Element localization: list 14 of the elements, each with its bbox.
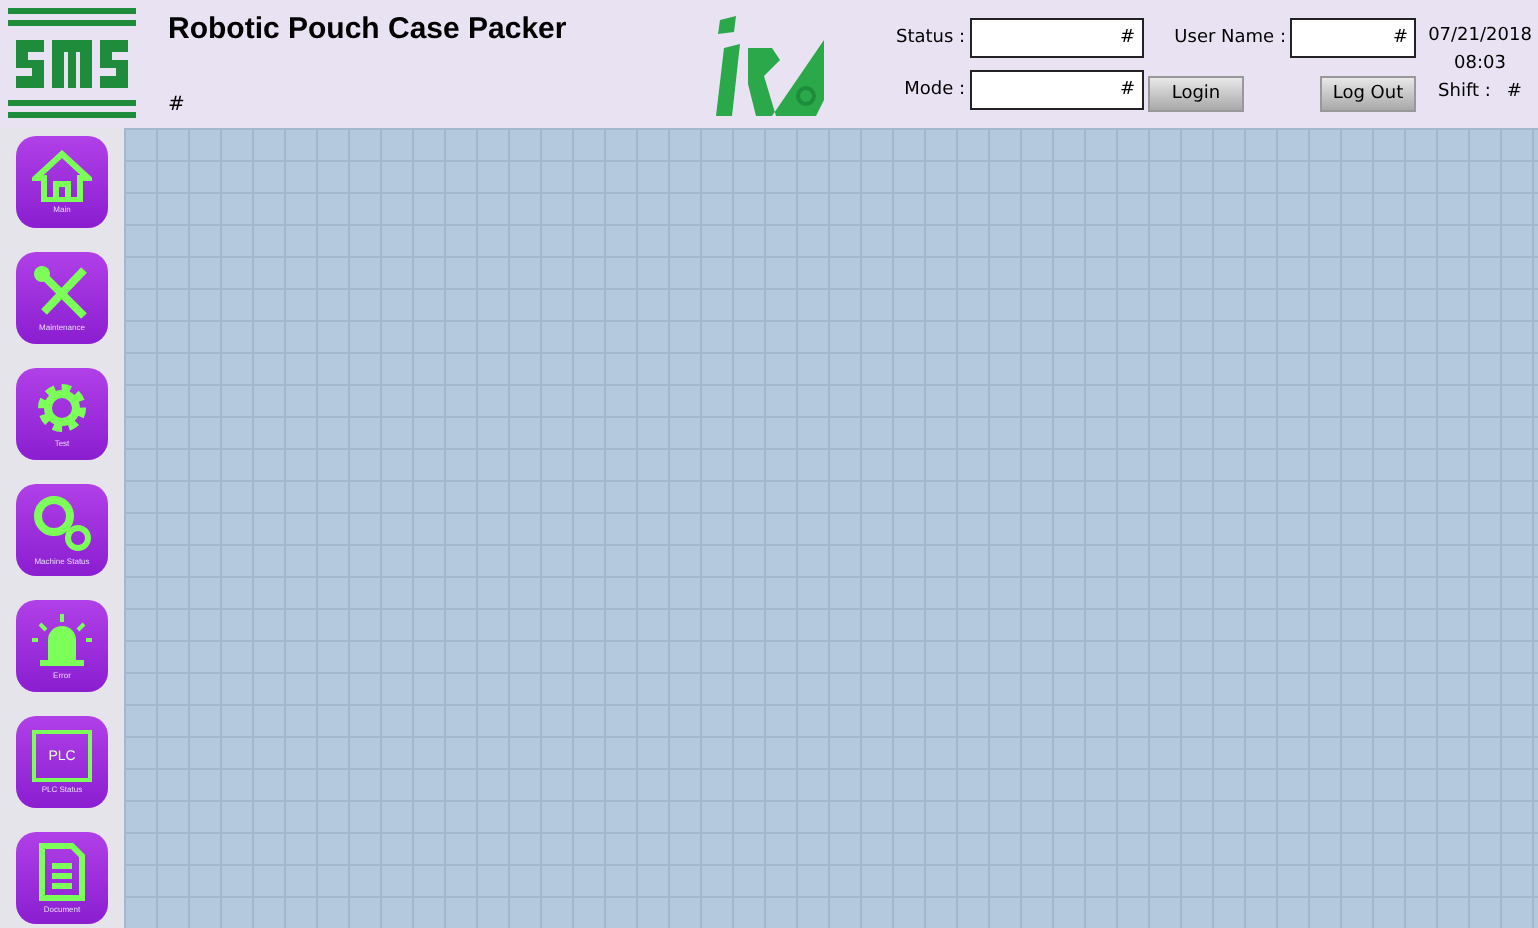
field-label: Mode : <box>902 80 966 100</box>
date-text: 07/21/2018 <box>1428 26 1532 46</box>
login-button[interactable]: Login <box>1148 75 1244 111</box>
shift-label: Shift : <box>1438 82 1491 102</box>
logout-button[interactable]: Log Out <box>1320 75 1416 111</box>
input-field[interactable]: # <box>1290 17 1416 57</box>
time-text: 08:03 <box>1454 54 1506 74</box>
field-label: User Name : <box>1172 27 1286 47</box>
app-title: Robotic Pouch Case Packer <box>168 12 569 46</box>
subtitle: # <box>168 94 187 116</box>
field-label: Status : <box>896 28 966 48</box>
input-field[interactable]: # <box>969 70 1144 110</box>
input-field[interactable]: # <box>969 18 1144 58</box>
shift-value: # <box>1506 82 1522 102</box>
